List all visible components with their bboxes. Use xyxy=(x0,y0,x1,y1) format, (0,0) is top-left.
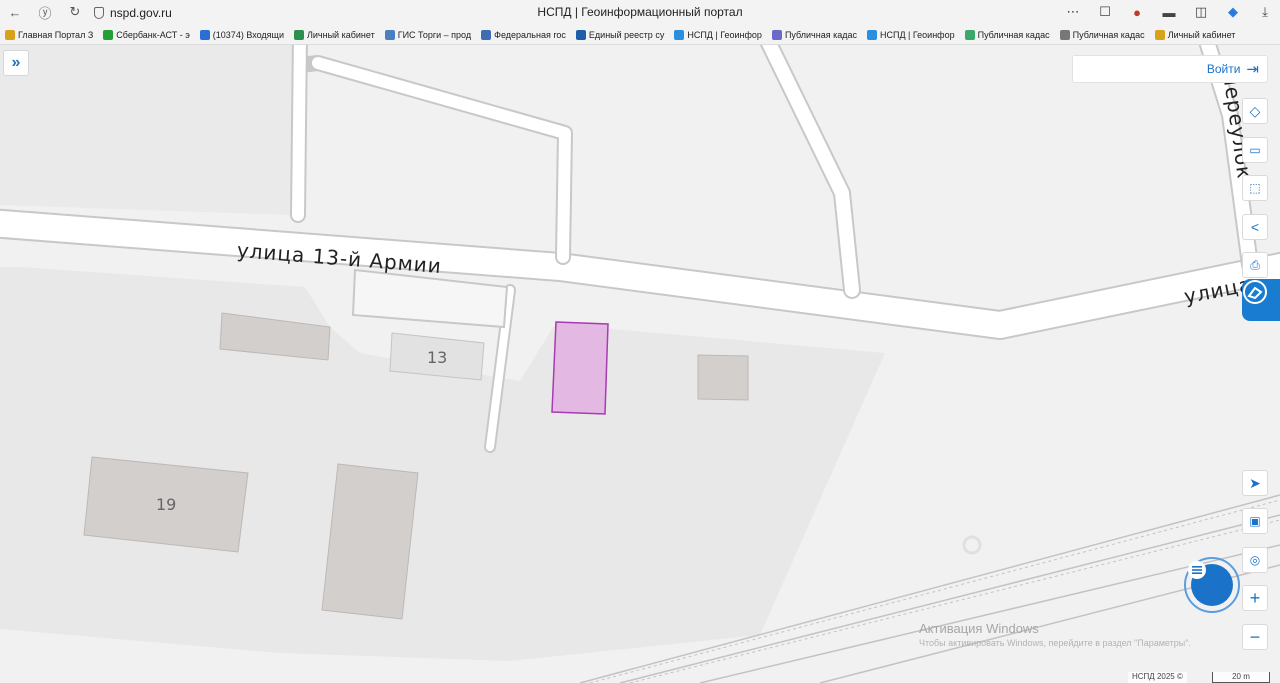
address-bar[interactable]: nspd.gov.ru xyxy=(94,3,172,22)
zoom-out-button[interactable]: − xyxy=(1242,624,1268,650)
share-icon: < xyxy=(1250,219,1260,235)
url-text: nspd.gov.ru xyxy=(110,5,172,20)
parcel-top-left xyxy=(0,45,295,215)
bookmark-favicon-icon xyxy=(384,29,395,40)
bookmark-favicon-icon xyxy=(674,29,685,40)
reader-icon[interactable]: ▬ xyxy=(1160,3,1178,21)
print-button[interactable]: ⎙ xyxy=(1242,252,1268,278)
map-svg xyxy=(0,45,1280,683)
bookmark-favicon-icon xyxy=(964,29,975,40)
select-area-icon: ⬚ xyxy=(1249,181,1261,195)
bookmark-label: (10374) Входящи xyxy=(212,29,284,40)
zoom-in-button[interactable]: + xyxy=(1242,585,1268,611)
login-label: Войти xyxy=(1206,62,1241,76)
login-button[interactable]: Войти ⇥ xyxy=(1072,55,1268,83)
extension-icon[interactable]: ● xyxy=(1128,3,1146,21)
minus-icon: − xyxy=(1249,626,1261,647)
bookmark-item[interactable]: Личный кабинет xyxy=(1150,25,1241,44)
page-title: НСПД | Геоинформационный портал xyxy=(537,5,743,19)
bookmark-favicon-icon xyxy=(866,29,877,40)
layers-icon: ◇ xyxy=(1249,102,1261,119)
navigate-button[interactable]: ➤ xyxy=(1242,470,1268,496)
bookmark-item[interactable]: ГИС Торги – прод xyxy=(380,25,476,44)
bookmark-label: Публичная кадас xyxy=(784,29,857,40)
bookmark-label: Личный кабинет xyxy=(1167,29,1236,40)
download-icon[interactable]: ⤓ xyxy=(1256,3,1274,21)
bookmark-favicon-icon xyxy=(481,29,492,40)
print-icon: ⎙ xyxy=(1250,257,1260,272)
windows-activation-subtitle: Чтобы активировать Windows, перейдите в … xyxy=(919,638,1191,648)
minimap-icon: ▣ xyxy=(1249,514,1261,528)
bookmark-favicon-icon xyxy=(199,29,210,40)
bookmark-favicon-icon xyxy=(575,29,586,40)
geolocation-button[interactable]: ◎ xyxy=(1242,547,1268,573)
parking-loop xyxy=(351,268,509,329)
collections-icon[interactable]: ◫ xyxy=(1192,3,1210,21)
back-icon[interactable]: ← xyxy=(4,1,26,23)
bookmark-icon[interactable]: ☐ xyxy=(1096,3,1114,21)
bookmark-label: Сбербанк-АСТ - э xyxy=(116,29,190,40)
bookmark-item[interactable]: Федеральная гос xyxy=(476,25,571,44)
profile-icon[interactable]: ◆ xyxy=(1224,3,1242,21)
bookmark-label: Публичная кадас xyxy=(977,29,1050,40)
bookmark-item[interactable]: (10374) Входящи xyxy=(195,25,289,44)
bookmark-item[interactable]: Главная Портал З xyxy=(0,25,98,44)
geolocation-icon: ◎ xyxy=(1249,553,1261,567)
bookmark-label: Главная Портал З xyxy=(18,29,94,40)
bookmark-label: НСПД | Геоинфор xyxy=(879,29,955,40)
map-canvas[interactable]: улица 13-й Армии улица переулок 13 19 » … xyxy=(0,45,1280,683)
bookmark-item[interactable]: НСПД | Геоинфор xyxy=(862,25,960,44)
yandex-icon[interactable]: ⓨ xyxy=(34,1,56,23)
building-number-19: 19 xyxy=(156,495,177,514)
minimap-button[interactable]: ▣ xyxy=(1242,508,1268,534)
bookmark-label: Личный кабинет xyxy=(306,29,375,40)
nspd-logo-icon xyxy=(1243,280,1267,304)
bookmark-favicon-icon xyxy=(1059,29,1070,40)
layers-button[interactable]: ◇ xyxy=(1242,98,1268,124)
select-area-button[interactable]: ⬚ xyxy=(1242,175,1268,201)
bookmark-favicon-icon xyxy=(293,29,304,40)
bookmarks-bar: Главная Портал З Сбербанк-АСТ - э (10374) … xyxy=(0,25,1280,45)
plus-icon: + xyxy=(1249,587,1261,608)
bookmark-item[interactable]: Личный кабинет xyxy=(289,25,380,44)
scale-bar: 20 m xyxy=(1212,672,1270,683)
bookmark-item[interactable]: НСПД | Геоинфор xyxy=(669,25,767,44)
building-bottom xyxy=(321,463,419,620)
navigate-icon: ➤ xyxy=(1249,474,1261,491)
expand-sidebar-button[interactable]: » xyxy=(3,50,29,76)
bookmark-item[interactable]: Публичная кадас xyxy=(767,25,862,44)
ruler-button[interactable]: ▭ xyxy=(1242,137,1268,163)
bookmark-favicon-icon xyxy=(103,29,114,40)
browser-toolbar: ← ⓨ ↻ nspd.gov.ru НСПД | Геоинформационн… xyxy=(0,0,1280,25)
bookmark-label: Публичная кадас xyxy=(1072,29,1145,40)
login-icon: ⇥ xyxy=(1246,61,1259,78)
bookmark-favicon-icon xyxy=(771,29,782,40)
bookmark-label: Федеральная гос xyxy=(494,29,566,40)
bookmark-label: Единый реестр су xyxy=(588,29,665,40)
selected-parcel xyxy=(551,321,609,415)
share-button[interactable]: < xyxy=(1242,214,1268,240)
reload-icon[interactable]: ↻ xyxy=(64,1,86,23)
bookmark-item[interactable]: Сбербанк-АСТ - э xyxy=(98,25,195,44)
bookmark-favicon-icon xyxy=(1154,29,1165,40)
nspd-app-button[interactable] xyxy=(1242,279,1280,321)
more-icon[interactable]: ⋯ xyxy=(1064,3,1082,21)
copyright: НСПД 2025 © xyxy=(1128,672,1187,683)
building-number-13: 13 xyxy=(427,348,448,367)
chat-icon xyxy=(1188,561,1233,606)
bookmark-label: НСПД | Геоинфор xyxy=(687,29,762,40)
bookmark-item[interactable]: Публичная кадас xyxy=(960,25,1055,44)
ruler-icon: ▭ xyxy=(1249,143,1261,157)
windows-activation-title: Активация Windows xyxy=(919,621,1039,636)
bookmark-item[interactable]: Публичная кадас xyxy=(1055,25,1150,44)
chat-button[interactable] xyxy=(1184,557,1240,613)
shield-icon xyxy=(94,6,104,19)
bookmark-favicon-icon xyxy=(5,29,15,40)
building-right-small xyxy=(697,354,749,401)
bookmark-label: ГИС Торги – прод xyxy=(397,29,472,40)
bookmark-item[interactable]: Единый реестр су xyxy=(571,25,669,44)
